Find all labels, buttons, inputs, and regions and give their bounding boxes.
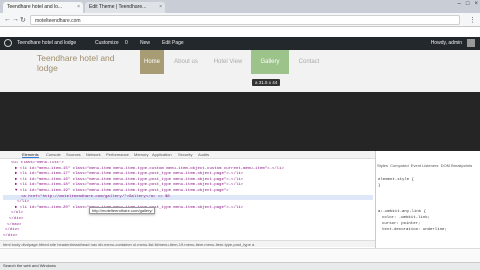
tab-memory[interactable]: Memory <box>134 152 148 157</box>
browser-tab-strip: Teendhare hotel and lo... × Edit Theme | … <box>0 0 480 13</box>
tab-sources[interactable]: Sources <box>66 152 81 157</box>
tab-security[interactable]: Security <box>178 152 192 157</box>
admin-site-name[interactable]: Teendhare hotel and lodge <box>17 40 76 46</box>
styles-tabs: Styles Computed Event Listeners DOM Brea… <box>377 163 472 168</box>
dom-node[interactable]: </div> <box>3 234 373 240</box>
tab-styles[interactable]: Styles <box>377 163 388 168</box>
close-icon[interactable]: × <box>77 4 80 10</box>
avatar[interactable] <box>467 39 475 47</box>
site-logo[interactable]: Teendhare hotel and lodge <box>37 53 137 73</box>
tab-network[interactable]: Network <box>86 152 101 157</box>
style-rule[interactable]: a:-webkit-any-link { <box>378 210 426 214</box>
menu-icon[interactable]: ⋮ <box>469 16 476 24</box>
logo-line-1: Teendhare hotel and <box>37 53 115 63</box>
dom-tree: <ul class="menu-list"> ▶ <li id="menu-it… <box>3 161 373 246</box>
tab-elements[interactable]: Elements <box>22 152 39 158</box>
forward-icon[interactable]: → <box>12 16 19 23</box>
nav-hotel-view[interactable]: Hotel View <box>208 50 248 74</box>
taskbar <box>0 262 480 270</box>
tab-computed[interactable]: Computed <box>390 163 408 168</box>
style-rule: } <box>378 184 381 188</box>
tab-audits[interactable]: Audits <box>198 152 209 157</box>
style-prop[interactable]: color: -webkit-link; <box>378 216 430 220</box>
taskbar-search[interactable]: Search the web and Windows <box>3 263 56 268</box>
tab-performance[interactable]: Performance <box>106 152 129 157</box>
nav-contact[interactable]: Contact <box>292 50 326 74</box>
site-hero <box>0 92 480 151</box>
tab-application[interactable]: Application <box>152 152 172 157</box>
tab-dom-breakpoints[interactable]: DOM Breakpoints <box>441 163 473 168</box>
nav-about-us[interactable]: About us <box>168 50 204 74</box>
back-icon[interactable]: ← <box>4 16 11 23</box>
minimize-icon[interactable]: – <box>458 1 461 7</box>
tab-label: Teendhare hotel and lo... <box>7 4 63 10</box>
logo-line-2: lodge <box>37 63 58 73</box>
wp-admin-bar: Teendhare hotel and lodge Customize 0 Ne… <box>0 37 480 50</box>
inspect-tooltip: a 31.5 x 44 <box>252 79 281 86</box>
tab-console[interactable]: Console <box>46 152 61 157</box>
edit-page-link[interactable]: Edit Page <box>162 40 184 46</box>
style-prop[interactable]: cursor: pointer; <box>378 222 420 226</box>
maximize-icon[interactable]: □ <box>466 1 470 7</box>
tab-label: Edit Theme | Teendhare... <box>89 4 147 10</box>
wordpress-logo-icon[interactable] <box>4 39 12 47</box>
tab-edit-theme[interactable]: Edit Theme | Teendhare... × <box>85 2 165 13</box>
customize-link[interactable]: Customize <box>95 40 119 46</box>
tab-site[interactable]: Teendhare hotel and lo... × <box>3 2 83 13</box>
nav-home[interactable]: Home <box>140 50 164 74</box>
close-icon[interactable]: × <box>159 4 162 10</box>
nav-gallery[interactable]: Gallery <box>251 50 289 74</box>
tab-event-listeners[interactable]: Event Listeners <box>411 163 439 168</box>
howdy-user[interactable]: Howdy, admin <box>431 40 462 46</box>
window-controls: – □ × <box>458 1 478 7</box>
address-bar: ← → ↻ motelteendhare.com ⋮ <box>0 13 480 27</box>
new-link[interactable]: New <box>140 40 150 46</box>
style-rule[interactable]: element.style { <box>378 178 414 182</box>
reload-icon[interactable]: ↻ <box>20 16 26 24</box>
breadcrumb[interactable]: html body div#page.hfeed.site header#mas… <box>0 240 375 247</box>
url-field[interactable]: motelteendhare.com <box>30 15 460 25</box>
comments-count[interactable]: 0 <box>125 40 128 46</box>
close-window-icon[interactable]: × <box>474 1 478 7</box>
style-prop[interactable]: text-decoration: underline; <box>378 228 447 232</box>
link-hover-popup: http://motelteendhare.com/gallery/ <box>89 207 156 214</box>
